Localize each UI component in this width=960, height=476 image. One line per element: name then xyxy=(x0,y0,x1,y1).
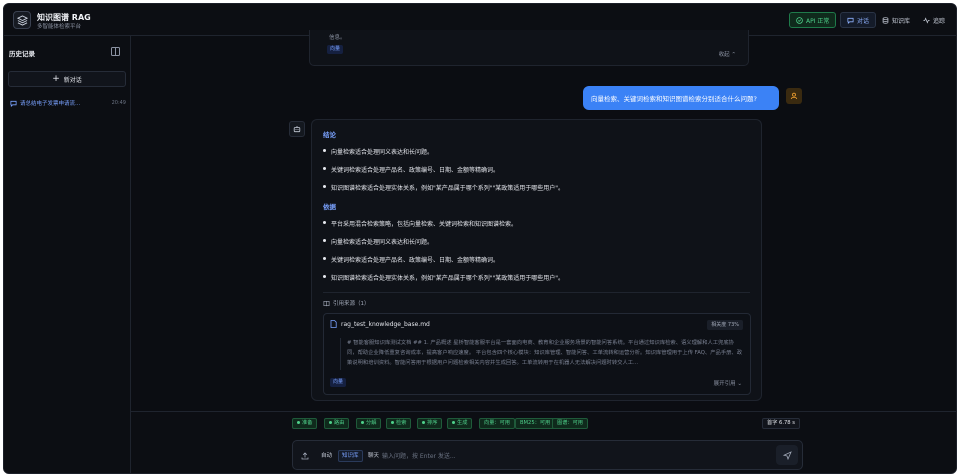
collapse-button[interactable]: 收起 ⌃ xyxy=(719,50,736,58)
nav-trace-button[interactable]: 追踪 xyxy=(917,12,951,28)
history-sidebar: 历史记录 + 新对话 请总结电子发票申请流... 20:49 xyxy=(4,36,131,473)
pipeline-step: 路由 xyxy=(324,418,350,429)
conclusion-item-text: 关键词检索适合处理产品名、政策编号、日期、金额等精确词。 xyxy=(331,167,500,174)
database-icon xyxy=(882,16,889,24)
new-chat-button[interactable]: + 新对话 xyxy=(8,71,126,87)
expand-reference-label: 展开引用 xyxy=(713,381,736,387)
previous-source-tag: 向量 xyxy=(327,45,344,54)
pipeline-step-label: 分解 xyxy=(366,420,377,426)
conclusion-item: 知识图谱检索适合处理实体关系，例如"某产品属于哪个系列""某政策适用于哪些用户"… xyxy=(323,183,564,192)
first-token-latency: 首字 6.78 s xyxy=(762,418,800,429)
question-input[interactable] xyxy=(382,449,762,463)
pipeline-step: 排序 xyxy=(417,418,443,429)
app-window: 知识图谱 RAG 多智能体检索平台 API 正常 对话 知识库 追踪 历史记录 … xyxy=(3,3,957,474)
conclusion-heading: 结论 xyxy=(323,131,336,139)
sidebar-collapse-icon[interactable] xyxy=(111,47,120,56)
basis-item-text: 向量检索适合处理同义表达和长问题。 xyxy=(331,239,434,246)
reference-file-name: rag_test_knowledge_base.md xyxy=(341,320,430,328)
chevron-down-icon: ⌄ xyxy=(737,381,742,387)
assistant-answer-card: 结论 向量检索适合处理同义表达和长问题。 关键词检索适合处理产品名、政策编号、日… xyxy=(311,119,762,401)
conclusion-item: 向量检索适合处理同义表达和长问题。 xyxy=(323,147,433,156)
basis-item-text: 平台采用混合检索策略，包括向量检索、关键词检索和知识图谱检索。 xyxy=(331,221,518,228)
basis-item: 向量检索适合处理同义表达和长问题。 xyxy=(323,237,433,246)
basis-item: 平台采用混合检索策略，包括向量检索、关键词检索和知识图谱检索。 xyxy=(323,219,517,228)
conclusion-item-text: 知识图谱检索适合处理实体关系，例如"某产品属于哪个系列""某政策适用于哪些用户"… xyxy=(331,185,565,192)
expand-reference-button[interactable]: 展开引用 ⌄ xyxy=(714,379,742,387)
pipeline-step-label: 准备 xyxy=(302,420,313,426)
history-title: 历史记录 xyxy=(9,50,35,58)
composer-area: 准备 路由 分解 检索 排序 生成 向量：可用 BM25：可用 图谱：可用 首字… xyxy=(131,411,956,473)
previous-answer-text: 信息。 xyxy=(329,35,346,41)
nav-knowledge-base-button[interactable]: 知识库 xyxy=(876,12,916,28)
pipeline-step: 检索 xyxy=(386,418,412,429)
pipeline-step-label: 排序 xyxy=(427,420,438,426)
reference-file[interactable]: rag_test_knowledge_base.md xyxy=(330,320,430,328)
chat-bubble-icon xyxy=(847,17,854,24)
file-icon xyxy=(330,320,337,328)
relevance-badge: 相关度 73% xyxy=(707,320,743,330)
reference-card: rag_test_knowledge_base.md 相关度 73% # 智能客… xyxy=(323,313,751,395)
user-message: 向量检索、关键词检索和知识图谱检索分别适合什么问题? xyxy=(583,86,779,110)
user-avatar-icon xyxy=(786,88,802,104)
chat-input-bar: 自动 知识库 聊天 xyxy=(292,440,803,470)
previous-answer-card: 信息。 向量 收起 ⌃ xyxy=(309,30,749,66)
mode-auto-button[interactable]: 自动 xyxy=(318,450,335,462)
basis-item: 知识图谱检索适合处理实体关系，例如"某产品属于哪个系列""某政策适用于哪些用户"… xyxy=(323,273,564,282)
bot-avatar-icon xyxy=(289,121,305,137)
pipeline-step-label: 路由 xyxy=(334,420,345,426)
basis-heading: 依据 xyxy=(323,203,336,211)
references-header: 引用来源（1） xyxy=(323,299,370,307)
pipeline-step: 分解 xyxy=(356,418,382,429)
activity-icon xyxy=(923,16,930,24)
pipeline-step: 准备 xyxy=(292,418,318,429)
nav-chat-button[interactable]: 对话 xyxy=(840,12,877,28)
book-icon xyxy=(323,300,330,306)
divider xyxy=(323,292,750,293)
reference-excerpt: # 智能客服知识库测试文档 ## 1. 产品概述 星桥智能客服平台是一套面向电商… xyxy=(340,338,742,370)
send-icon xyxy=(782,450,792,460)
plus-icon: + xyxy=(52,73,60,84)
api-status-button[interactable]: API 正常 xyxy=(789,12,837,28)
new-chat-label: 新对话 xyxy=(63,76,82,84)
chat-bubble-icon xyxy=(10,100,17,107)
nav-trace-label: 追踪 xyxy=(933,17,946,25)
history-item-label: 请总结电子发票申请流... xyxy=(20,101,81,107)
references-label: 引用来源（1） xyxy=(333,301,370,307)
nav-chat-label: 对话 xyxy=(857,17,870,25)
basis-item-text: 关键词检索适合处理产品名、政策编号、日期、金额等精确词。 xyxy=(331,257,500,264)
check-circle-icon xyxy=(796,16,803,24)
pipeline-step-label: 生成 xyxy=(457,420,468,426)
app-subtitle: 多智能体检索平台 xyxy=(37,24,82,30)
conclusion-item: 关键词检索适合处理产品名、政策编号、日期、金额等精确词。 xyxy=(323,165,499,174)
upload-icon[interactable] xyxy=(298,449,312,463)
retriever-status: 图谱：可用 xyxy=(552,418,588,429)
basis-item: 关键词检索适合处理产品名、政策编号、日期、金额等精确词。 xyxy=(323,255,499,264)
nav-knowledge-base-label: 知识库 xyxy=(892,17,911,25)
mode-knowledge-base-button[interactable]: 知识库 xyxy=(338,450,363,462)
reference-source-tag: 向量 xyxy=(330,378,347,387)
pipeline-step: 生成 xyxy=(447,418,473,429)
layers-logo-icon xyxy=(13,11,31,29)
basis-item-text: 知识图谱检索适合处理实体关系，例如"某产品属于哪个系列""某政策适用于哪些用户"… xyxy=(331,275,565,282)
history-item[interactable]: 请总结电子发票申请流... 20:49 xyxy=(10,98,126,108)
retriever-status: BM25：可用 xyxy=(515,418,556,429)
chat-main: 信息。 向量 收起 ⌃ 向量检索、关键词检索和知识图谱检索分别适合什么问题? 结… xyxy=(131,30,956,473)
retriever-status: 向量：可用 xyxy=(479,418,515,429)
history-item-time: 20:49 xyxy=(111,100,126,106)
api-status-label: API 正常 xyxy=(806,17,830,25)
conclusion-item-text: 向量检索适合处理同义表达和长问题。 xyxy=(331,149,434,156)
chevron-up-icon: ⌃ xyxy=(731,52,736,58)
collapse-label: 收起 xyxy=(718,52,730,58)
send-button[interactable] xyxy=(776,445,798,465)
mode-chat-button[interactable]: 聊天 xyxy=(365,450,382,462)
pipeline-step-label: 检索 xyxy=(396,420,407,426)
